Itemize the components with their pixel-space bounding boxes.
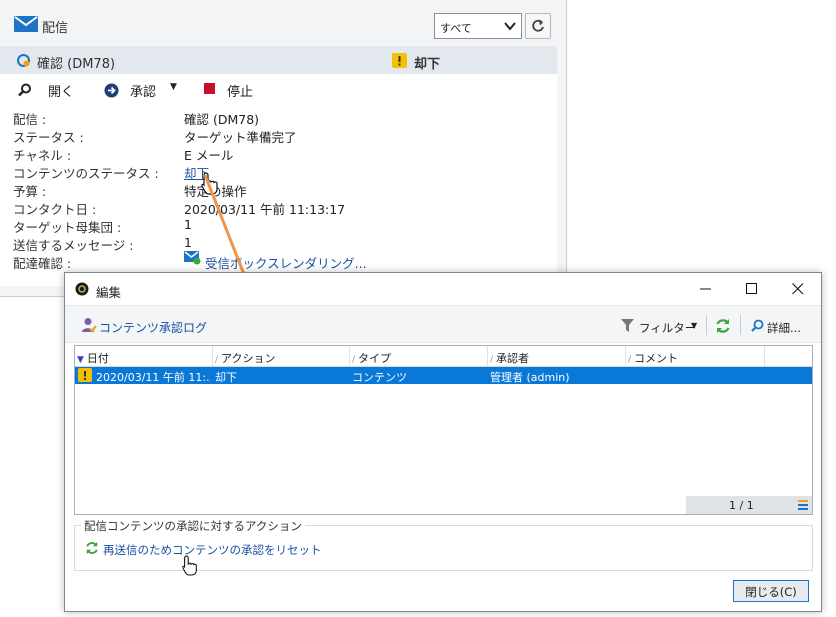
delivery-name: 確認 (DM78) <box>37 57 116 72</box>
reset-approval-label: 再送信のためコンテンツの承認をリセット <box>103 543 322 557</box>
page-indicator: 1 / 1 <box>729 499 754 512</box>
column-header-type[interactable]: / タイプ <box>352 350 391 366</box>
refresh-icon <box>86 541 98 555</box>
column-header-approver[interactable]: / 承認者 <box>490 350 529 366</box>
maximize-button[interactable] <box>729 273 775 305</box>
search-icon <box>751 319 764 332</box>
refresh-icon[interactable] <box>715 318 731 334</box>
prop-label-content-status: コンテンツのステータス : <box>13 166 159 181</box>
status-filter-select[interactable]: すべて <box>434 13 522 39</box>
dropdown-arrow-icon: ▼ <box>691 321 698 330</box>
hand-cursor-icon <box>182 555 197 576</box>
dialog-title: 編集 <box>96 285 122 300</box>
hand-cursor-icon <box>201 172 218 195</box>
warning-icon <box>392 53 407 68</box>
cell-date: 2020/03/11 午前 11:... <box>96 371 211 384</box>
prop-label-target-population: ターゲット母集団 : <box>13 220 122 235</box>
delivery-status: 却下 <box>414 57 441 72</box>
prop-label-status: ステータス : <box>13 130 84 145</box>
toolbar-divider <box>706 315 707 335</box>
prop-label-channel: チャネル : <box>13 148 72 163</box>
delivery-panel: 配信 すべて 確認 (DM78) 却下 開く 承認 ▼ 停止 配信 : 確認 (… <box>0 0 567 297</box>
pager: 1 / 1 <box>686 496 812 514</box>
chevron-down-icon <box>504 22 516 31</box>
dialog-titlebar[interactable]: 編集 <box>65 273 821 305</box>
prop-label-proof: 配達確認 : <box>13 256 72 271</box>
column-header-comment[interactable]: / コメント <box>628 350 678 366</box>
column-divider[interactable] <box>625 346 626 366</box>
prop-value-status: ターゲット準備完了 <box>184 130 297 145</box>
prop-label-contact-date: コンタクト日 : <box>13 202 97 217</box>
column-header-action[interactable]: / アクション <box>215 350 276 366</box>
cell-type: コンテンツ <box>352 371 407 384</box>
panel-title: 配信 <box>42 21 69 36</box>
prop-value-messages: 1 <box>184 235 192 250</box>
column-divider[interactable] <box>349 346 350 366</box>
cell-action: 却下 <box>215 371 237 384</box>
table-row[interactable]: 2020/03/11 午前 11:... 却下 コンテンツ 管理者 (admin… <box>75 367 812 384</box>
user-approval-icon <box>82 318 97 333</box>
refresh-button[interactable] <box>525 13 551 39</box>
delivery-status-icon <box>17 54 30 67</box>
close-icon <box>792 283 804 295</box>
dropdown-arrow-icon[interactable]: ▼ <box>170 82 177 92</box>
app-icon <box>75 282 89 296</box>
prop-value-target-population: 1 <box>184 217 192 232</box>
detail-label: 詳細... <box>767 321 801 335</box>
status-filter-value: すべて <box>440 22 472 35</box>
mail-icon <box>14 16 38 32</box>
prop-value-contact-date: 2020/03/11 午前 11:13:17 <box>184 202 346 217</box>
warning-icon <box>78 368 92 382</box>
approval-action-legend: 配信コンテンツの承認に対するアクション <box>81 518 305 534</box>
refresh-icon <box>532 19 544 32</box>
stop-label: 停止 <box>227 85 254 100</box>
menu-icon[interactable] <box>798 500 808 510</box>
prop-value-channel: E メール <box>184 148 234 163</box>
stop-icon <box>204 83 215 94</box>
open-label: 開く <box>48 85 75 100</box>
approval-log-label: コンテンツ承認ログ <box>99 321 208 335</box>
panel-titlebar: 配信 すべて <box>0 0 566 46</box>
arrow-right-circle-icon <box>104 83 119 98</box>
approve-label: 承認 <box>130 85 157 100</box>
column-divider[interactable] <box>212 346 213 366</box>
filter-label: フィルター <box>639 321 697 335</box>
column-divider[interactable] <box>764 346 765 366</box>
inbox-rendering-link[interactable]: 受信ボックスレンダリング... <box>205 253 367 272</box>
approval-log-grid: ▼ 日付 / アクション / タイプ / 承認者 / コメント 2020/03/11 午前… <box>74 345 813 515</box>
funnel-icon <box>621 319 634 332</box>
window-close-button[interactable] <box>775 273 821 305</box>
prop-label-messages: 送信するメッセージ : <box>13 238 134 253</box>
prop-label-delivery: 配信 : <box>13 112 47 127</box>
delivery-subheader: 確認 (DM78) 却下 <box>0 46 557 74</box>
search-icon <box>18 83 31 97</box>
column-header-date[interactable]: ▼ 日付 <box>77 350 109 366</box>
close-button[interactable]: 閉じる(C) <box>733 580 809 602</box>
minimize-button[interactable] <box>683 273 729 305</box>
cell-approver: 管理者 (admin) <box>490 371 570 384</box>
prop-value-delivery: 確認 (DM78) <box>184 112 260 127</box>
edit-dialog: 編集 コンテンツ承認ログ フィルター ▼ 詳細... ▼ 日付 / アクション / タ… <box>64 272 822 612</box>
inbox-rendering-icon <box>184 251 201 265</box>
grid-header: ▼ 日付 / アクション / タイプ / 承認者 / コメント <box>75 346 812 367</box>
minimize-icon <box>700 288 711 290</box>
maximize-icon <box>746 283 757 294</box>
column-divider[interactable] <box>487 346 488 366</box>
toolbar-divider <box>740 315 741 335</box>
prop-label-budget: 予算 : <box>13 184 47 199</box>
